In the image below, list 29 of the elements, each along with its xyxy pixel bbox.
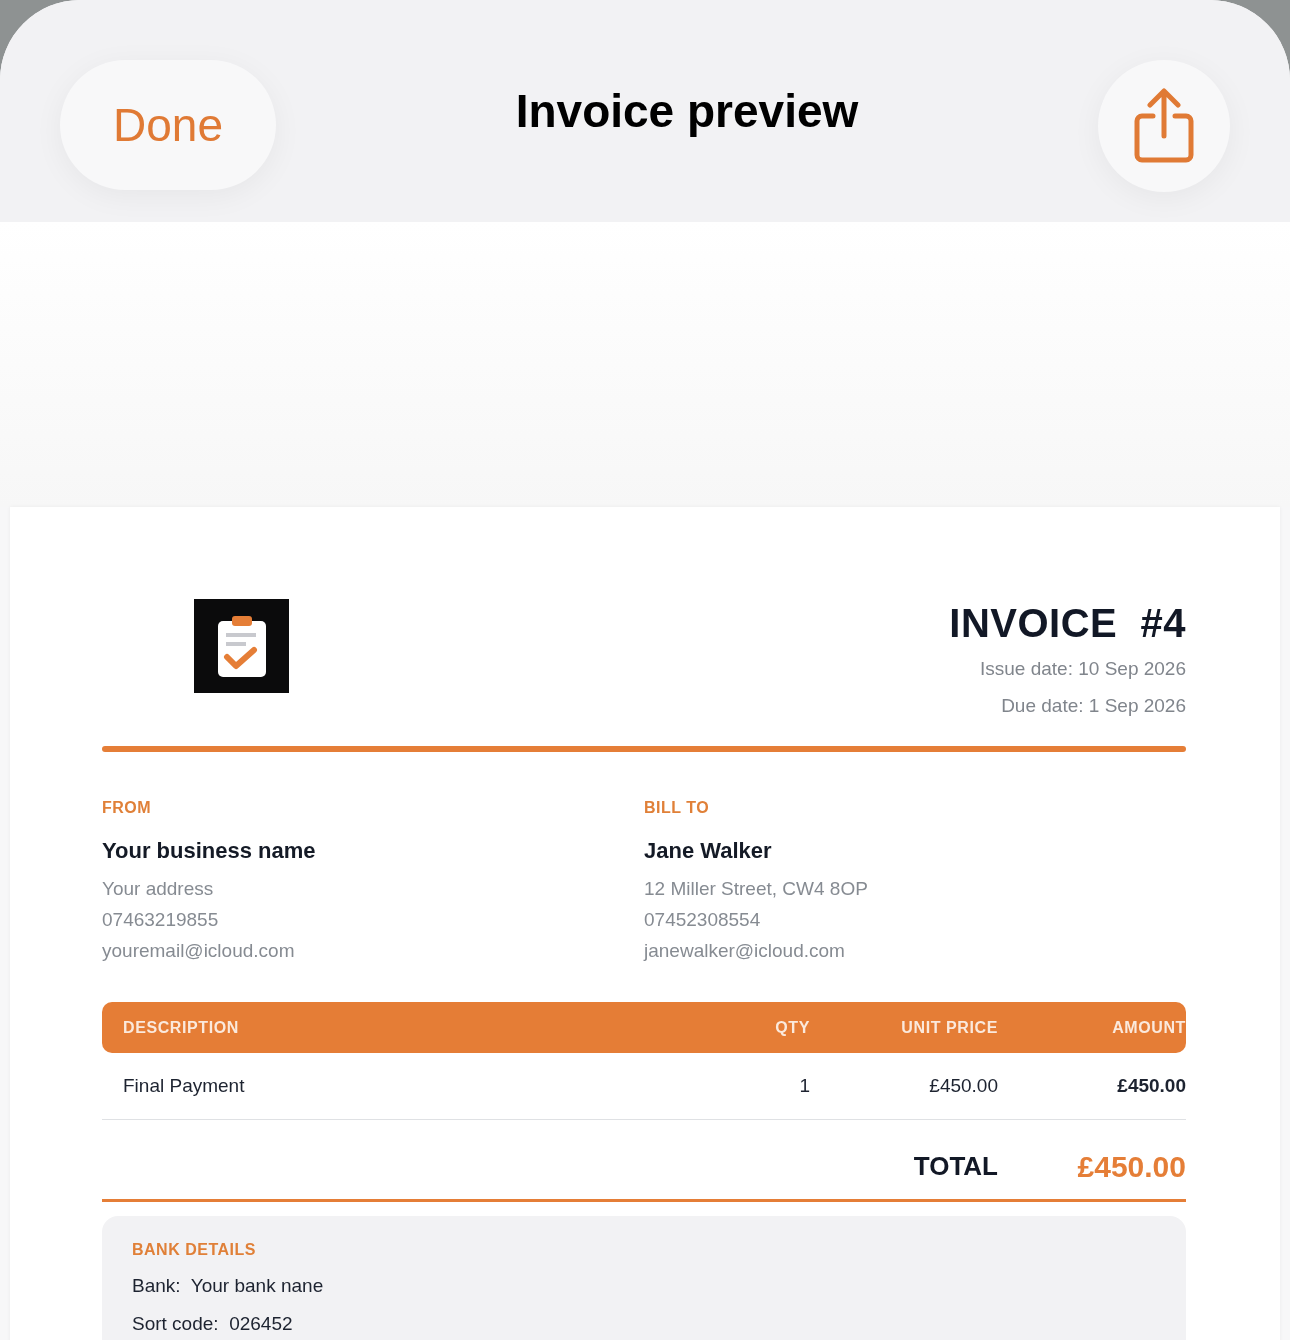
party-detail: 07452308554 <box>644 908 762 932</box>
due-date: Due date: 1 Sep 2026 <box>1000 693 1186 718</box>
section-heading: BILL TO <box>644 798 711 818</box>
column-header: DESCRIPTION <box>123 1017 240 1038</box>
issue-date: Issue date: 10 Sep 2026 <box>979 657 1186 681</box>
party-detail: 07463219855 <box>102 908 220 932</box>
column-header: AMOUNT <box>1111 1017 1186 1038</box>
column-header: UNIT PRICE <box>900 1017 998 1038</box>
total-label: TOTAL <box>913 1150 998 1183</box>
window-title: Invoice preview <box>515 84 859 139</box>
table-cell-text: Final Payment <box>123 1073 246 1098</box>
bank-detail: Sort code: 026452 <box>132 1312 294 1336</box>
table-cell-text: £450.00 <box>928 1073 998 1098</box>
party-detail: janewalker@icloud.com <box>644 939 846 963</box>
section-heading: BANK DETAILS <box>132 1240 257 1260</box>
party-detail: youremail@icloud.com <box>102 939 296 963</box>
party-detail: Your address <box>102 877 215 901</box>
table-cell-text: 1 <box>798 1073 810 1098</box>
share-icon <box>1133 88 1195 164</box>
total-amount: £450.00 <box>1076 1149 1186 1185</box>
invoice-title: INVOICE #4 <box>949 600 1186 647</box>
done-button[interactable]: Done <box>60 60 276 190</box>
bank-detail: Bank: Your bank nane <box>132 1274 325 1298</box>
section-heading: FROM <box>102 798 153 818</box>
table-cell-text: £450.00 <box>1116 1073 1186 1098</box>
party-name: Jane Walker <box>644 837 773 865</box>
party-name: Your business name <box>102 837 317 865</box>
column-header: QTY <box>774 1017 810 1038</box>
party-detail: 12 Miller Street, CW4 8OP <box>644 877 869 901</box>
